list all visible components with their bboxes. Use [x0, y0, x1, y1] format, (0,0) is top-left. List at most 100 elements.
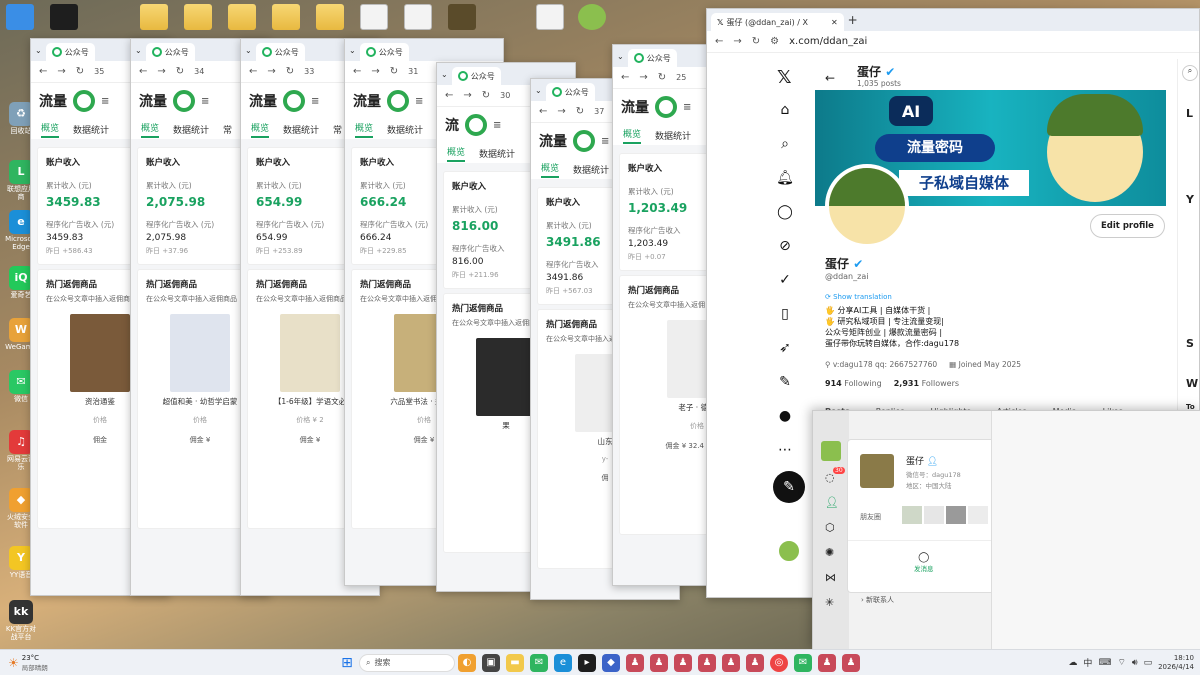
back-icon[interactable]: ←: [39, 66, 47, 77]
subnav-tab[interactable]: 数据统计: [283, 123, 319, 136]
app-icon[interactable]: ♟: [650, 653, 668, 672]
back-icon[interactable]: ←: [621, 72, 629, 83]
search-box[interactable]: ⌕ 搜索: [359, 653, 455, 672]
browser-tab[interactable]: 公众号: [627, 49, 677, 67]
this-pc-icon[interactable]: [6, 4, 34, 30]
product-image[interactable]: [70, 314, 130, 392]
back-icon[interactable]: ←: [539, 106, 547, 117]
tab-menu-icon[interactable]: ⌄: [135, 46, 142, 55]
document-icon[interactable]: [360, 4, 388, 30]
app-icon[interactable]: ♟: [842, 653, 860, 672]
browser-tab[interactable]: 公众号: [145, 43, 195, 61]
battery-icon[interactable]: ▭: [1144, 658, 1153, 668]
wechat-icon[interactable]: ✉: [794, 653, 812, 672]
reload-icon[interactable]: ↻: [286, 66, 294, 77]
tab-menu-icon[interactable]: ⌄: [535, 86, 542, 95]
product-image[interactable]: [170, 314, 230, 392]
more-icon[interactable]: ⋯: [765, 433, 805, 467]
start-icon[interactable]: ⊞: [338, 654, 356, 672]
subnav-tab[interactable]: 概览: [251, 121, 270, 138]
browser-tab[interactable]: 公众号: [545, 83, 595, 101]
back-icon[interactable]: ←: [445, 90, 453, 101]
avatar-icon[interactable]: [578, 4, 606, 30]
app-icon[interactable]: ♟: [722, 653, 740, 672]
product-image[interactable]: [476, 338, 536, 416]
menu-icon[interactable]: ≡: [201, 96, 209, 107]
menu-icon[interactable]: ≡: [493, 120, 501, 131]
browser-tab[interactable]: 𝕏 蛋仔 (@ddan_zai) / X ✕: [711, 13, 844, 31]
terminal-icon[interactable]: ▸: [578, 653, 596, 672]
reload-icon[interactable]: ↻: [176, 66, 184, 77]
reload-icon[interactable]: ↻: [658, 72, 666, 83]
folder-icon[interactable]: [228, 4, 256, 30]
subnav-tab[interactable]: 常: [333, 123, 342, 136]
cube-icon[interactable]: ⬡: [825, 521, 849, 534]
menu-icon[interactable]: ≡: [683, 102, 691, 113]
reload-icon[interactable]: ↻: [76, 66, 84, 77]
forward-icon[interactable]: →: [463, 90, 471, 101]
tab-menu-icon[interactable]: ⌄: [441, 70, 448, 79]
menu-icon[interactable]: ≡: [601, 136, 609, 147]
subnav-tab[interactable]: 数据统计: [387, 123, 423, 136]
volume-icon[interactable]: 🔊︎: [1132, 658, 1138, 668]
archive-icon[interactable]: [448, 4, 476, 30]
folder-icon[interactable]: [272, 4, 300, 30]
contacts-icon[interactable]: 👤︎: [825, 496, 849, 509]
product-title[interactable]: 超值和美 · 幼哲学启蒙: [146, 396, 254, 407]
user-avatar[interactable]: [821, 441, 841, 461]
app-icon[interactable]: ♟: [746, 653, 764, 672]
browser-tab[interactable]: 公众号: [45, 43, 95, 61]
search-icon[interactable]: ⌕: [1182, 65, 1198, 81]
messages-icon[interactable]: ◯: [765, 195, 805, 229]
grok-icon[interactable]: ⊘: [765, 229, 805, 263]
reload-icon[interactable]: ↻: [482, 90, 490, 101]
subnav-tab[interactable]: 数据统计: [655, 129, 691, 142]
bookmarks-icon[interactable]: ▯: [765, 297, 805, 331]
subnav-tab[interactable]: 概览: [623, 127, 642, 144]
chat-icon[interactable]: ◌ 30: [825, 467, 849, 484]
language-icon[interactable]: 中: [1083, 656, 1092, 669]
home-icon[interactable]: ⌂: [765, 93, 805, 127]
subnav-tab[interactable]: 常: [223, 123, 232, 136]
app-icon[interactable]: ◆: [602, 653, 620, 672]
subnav-tab[interactable]: 概览: [541, 161, 560, 178]
notifications-icon[interactable]: 🔔︎: [765, 161, 805, 195]
butterfly-icon[interactable]: ⋈: [825, 571, 849, 584]
widgets-icon[interactable]: ◐: [458, 653, 476, 672]
forward-icon[interactable]: →: [267, 66, 275, 77]
reload-icon[interactable]: ↻: [390, 66, 398, 77]
edit-icon[interactable]: ✎: [765, 365, 805, 399]
menu-icon[interactable]: ≡: [101, 96, 109, 107]
back-arrow-icon[interactable]: ←: [825, 71, 835, 85]
qq-icon[interactable]: [50, 4, 78, 30]
post-button[interactable]: ✎: [773, 471, 805, 503]
forward-icon[interactable]: →: [57, 66, 65, 77]
account-avatar[interactable]: [777, 539, 801, 563]
app-icon[interactable]: ♟: [626, 653, 644, 672]
weather-widget[interactable]: ☀ 23°C 局部晴朗: [8, 654, 128, 672]
forward-icon[interactable]: →: [371, 66, 379, 77]
back-icon[interactable]: ←: [715, 36, 723, 47]
tab-menu-icon[interactable]: ⌄: [245, 46, 252, 55]
app-icon[interactable]: ♟: [698, 653, 716, 672]
new-contacts-item[interactable]: › 新联系人: [861, 595, 894, 605]
subnav-tab[interactable]: 概览: [355, 121, 374, 138]
reload-icon[interactable]: ↻: [752, 36, 760, 47]
x-logo-icon[interactable]: 𝕏: [777, 67, 792, 88]
rocket-icon[interactable]: ➶: [765, 331, 805, 365]
document-icon[interactable]: [404, 4, 432, 30]
subnav-tab[interactable]: 概览: [141, 121, 160, 138]
back-icon[interactable]: ←: [353, 66, 361, 77]
subnav-tab[interactable]: 概览: [41, 121, 60, 138]
subnav-tab[interactable]: 数据统计: [173, 123, 209, 136]
send-message-button[interactable]: ◯ 发消息: [914, 552, 934, 573]
sparkle-icon[interactable]: ✳: [825, 596, 849, 609]
subnav-tab[interactable]: 数据统计: [479, 147, 515, 160]
clock[interactable]: 18:10 2026/4/14: [1158, 654, 1194, 672]
forward-icon[interactable]: →: [557, 106, 565, 117]
edge-icon[interactable]: e: [554, 653, 572, 672]
subnav-tab[interactable]: 数据统计: [573, 163, 609, 176]
document-icon[interactable]: [536, 4, 564, 30]
task-view-icon[interactable]: ▣: [482, 653, 500, 672]
profile-avatar[interactable]: [825, 164, 909, 248]
